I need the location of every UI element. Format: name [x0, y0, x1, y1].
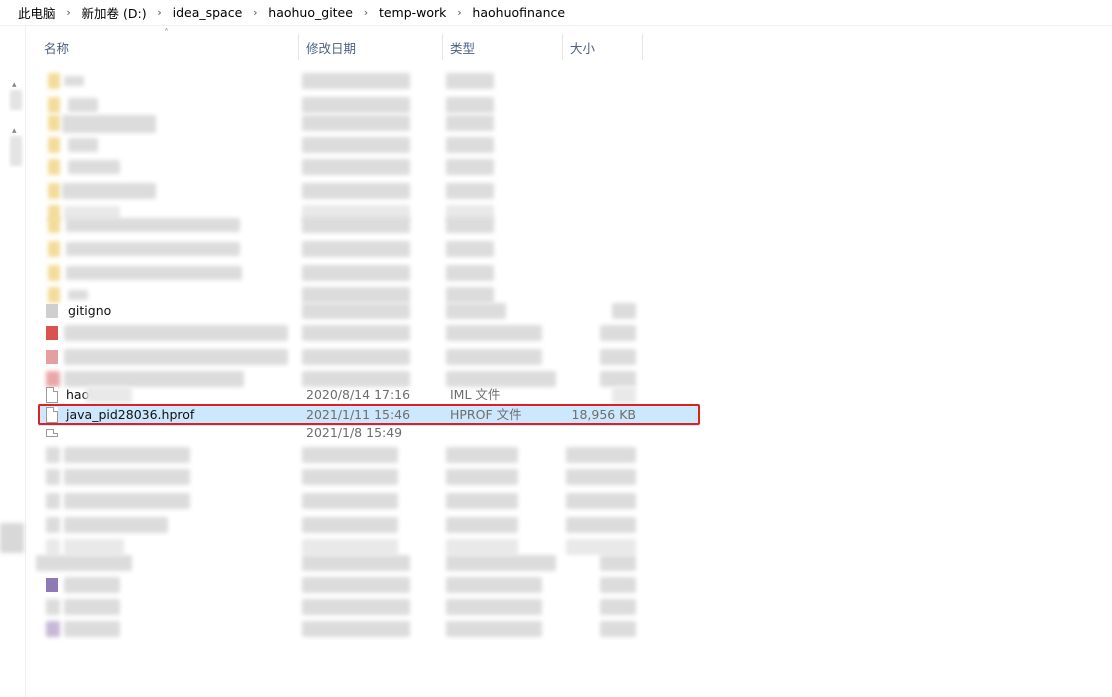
- navigation-pane[interactable]: ▴ ▴: [0, 26, 26, 697]
- column-header-row: ˄ 名称 修改日期 类型 大小: [38, 28, 644, 64]
- list-item[interactable]: [38, 262, 698, 284]
- breadcrumb-label: idea_space: [172, 5, 243, 20]
- breadcrumb-item-idea-space[interactable]: idea_space: [171, 0, 245, 26]
- list-item[interactable]: [38, 214, 698, 236]
- breadcrumb-label: temp-work: [378, 5, 447, 20]
- list-item[interactable]: [38, 322, 698, 344]
- list-item[interactable]: [38, 466, 698, 488]
- column-header-size[interactable]: 大小: [570, 30, 642, 64]
- file-name: gitigno: [68, 303, 112, 318]
- column-divider[interactable]: [442, 34, 443, 60]
- breadcrumb-item-haohuofinance[interactable]: haohuofinance: [470, 0, 567, 26]
- column-label: 大小: [570, 40, 596, 56]
- list-item[interactable]: [38, 618, 698, 640]
- list-item[interactable]: [38, 156, 698, 178]
- list-item[interactable]: [38, 444, 698, 466]
- file-type: IML 文件: [450, 387, 501, 402]
- breadcrumb-item-this-pc[interactable]: 此电脑: [0, 0, 58, 26]
- column-divider[interactable]: [562, 34, 563, 60]
- nav-item[interactable]: [10, 90, 22, 110]
- file-modified-date: 2021/1/8 15:49: [306, 425, 403, 440]
- file-icon: [46, 304, 58, 318]
- file-icon: [46, 387, 58, 403]
- list-item[interactable]: haoh 2020/8/14 17:16 IML 文件: [38, 384, 698, 406]
- column-header-name[interactable]: 名称: [44, 30, 300, 64]
- list-item[interactable]: [38, 574, 698, 596]
- chevron-right-icon[interactable]: ›: [244, 0, 266, 26]
- breadcrumb-label: 此电脑: [18, 6, 56, 21]
- nav-item[interactable]: [0, 523, 24, 553]
- nav-item[interactable]: [10, 136, 22, 166]
- breadcrumb-label: 新加卷 (D:): [81, 6, 147, 21]
- list-item[interactable]: [38, 596, 698, 618]
- breadcrumb-label: haohuo_gitee: [268, 5, 353, 20]
- column-header-date[interactable]: 修改日期: [306, 30, 442, 64]
- column-divider[interactable]: [298, 34, 299, 60]
- column-label: 修改日期: [306, 40, 357, 56]
- pin-icon[interactable]: ▴: [12, 127, 20, 136]
- column-label: 名称: [44, 40, 70, 56]
- chevron-right-icon[interactable]: ›: [355, 0, 377, 26]
- list-item[interactable]: [38, 180, 698, 202]
- list-item[interactable]: [38, 514, 698, 536]
- breadcrumb-item-drive-d[interactable]: 新加卷 (D:): [80, 0, 149, 26]
- list-item[interactable]: [38, 490, 698, 512]
- list-item[interactable]: [38, 112, 698, 134]
- breadcrumb-item-temp-work[interactable]: temp-work: [377, 0, 448, 26]
- column-header-type[interactable]: 类型: [450, 30, 562, 64]
- column-divider[interactable]: [642, 34, 643, 60]
- chevron-right-icon[interactable]: ›: [448, 0, 470, 26]
- chevron-right-icon[interactable]: ›: [149, 0, 171, 26]
- file-icon: [46, 350, 58, 364]
- highlight-annotation-box: [38, 404, 700, 425]
- list-item[interactable]: [38, 134, 698, 156]
- file-icon: [46, 578, 58, 592]
- list-item[interactable]: [38, 238, 698, 260]
- file-icon: [46, 429, 58, 437]
- file-icon: [46, 326, 58, 340]
- breadcrumb: 此电脑 › 新加卷 (D:) › idea_space › haohuo_git…: [0, 0, 1112, 26]
- list-item[interactable]: gitigno: [38, 300, 698, 322]
- pin-icon[interactable]: ▴: [12, 81, 20, 90]
- list-item[interactable]: [36, 552, 698, 574]
- list-item[interactable]: [38, 70, 698, 92]
- breadcrumb-item-haohuo-gitee[interactable]: haohuo_gitee: [266, 0, 355, 26]
- column-label: 类型: [450, 40, 476, 56]
- file-modified-date: 2020/8/14 17:16: [306, 387, 411, 402]
- breadcrumb-label: haohuofinance: [472, 5, 566, 20]
- chevron-right-icon[interactable]: ›: [58, 0, 80, 26]
- list-item[interactable]: [38, 346, 698, 368]
